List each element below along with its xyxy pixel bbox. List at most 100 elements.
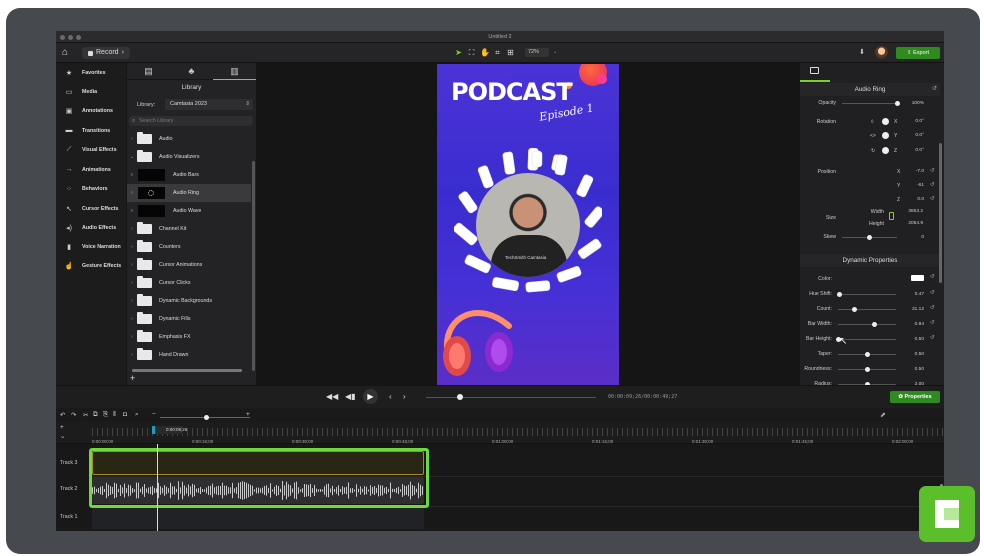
chevron-right-icon[interactable]: › xyxy=(127,334,137,340)
playback-scrubber[interactable] xyxy=(426,397,596,398)
pan-tool-icon[interactable]: ✋ xyxy=(480,48,490,57)
chevron-right-icon[interactable]: › xyxy=(127,262,137,268)
chevron-right-icon[interactable]: › xyxy=(127,352,137,358)
fit-canvas-icon[interactable]: ⊞ xyxy=(506,48,515,57)
add-track-icon[interactable]: + xyxy=(60,424,64,431)
reset-icon[interactable]: ↺ xyxy=(930,182,935,188)
library-asset-audio-bars[interactable]: ≡ Audio Bars xyxy=(127,166,251,184)
track-1-label[interactable]: Track 1 xyxy=(60,514,77,520)
opacity-slider[interactable] xyxy=(842,103,897,104)
collapse-tracks-icon[interactable]: ⌄ xyxy=(60,432,65,440)
rotate-y-icon[interactable]: <> xyxy=(870,133,876,139)
track-3-label[interactable]: Track 3 xyxy=(60,460,77,466)
count-value[interactable]: 31.12 xyxy=(902,307,924,312)
sidebar-item-media[interactable]: ▭ Media xyxy=(56,82,126,101)
count-slider-knob[interactable] xyxy=(851,306,857,312)
opacity-slider-knob[interactable] xyxy=(894,100,900,106)
track-1-clip[interactable] xyxy=(92,508,424,529)
position-z-value[interactable]: 0.0 xyxy=(902,197,924,202)
hue-shift-value[interactable]: 0.47 xyxy=(902,292,924,297)
tab-effects[interactable]: ♣ xyxy=(170,66,213,76)
visual-properties-tab-icon[interactable] xyxy=(810,67,819,74)
zoom-select[interactable]: 72% xyxy=(525,48,549,57)
library-folder-channel-kit[interactable]: › Channel Kit xyxy=(127,220,251,238)
split-icon[interactable]: ⫴ xyxy=(113,411,116,419)
rotation-y-dial[interactable] xyxy=(882,132,889,139)
library-folder-audio-visualizers[interactable]: ⌄ Audio Visualizers xyxy=(127,148,251,166)
search-input[interactable]: ⌕ Search Library xyxy=(129,116,253,126)
next-marker-icon[interactable]: › xyxy=(403,392,406,401)
reset-icon[interactable]: ↺ xyxy=(930,305,935,311)
chevron-right-icon[interactable]: › xyxy=(127,226,137,232)
color-swatch[interactable] xyxy=(911,275,924,281)
rotation-x-value[interactable]: 0.0° xyxy=(902,119,924,124)
rotate-z-icon[interactable]: ↻ xyxy=(871,148,875,154)
properties-button[interactable]: ✿ Properties xyxy=(890,391,940,403)
chevron-right-icon[interactable]: › xyxy=(127,316,137,322)
properties-scrollbar[interactable] xyxy=(939,143,942,283)
hue-shift-slider[interactable] xyxy=(838,294,896,295)
sidebar-item-animations[interactable]: → Animations xyxy=(56,160,126,179)
cut-icon[interactable]: ✂ xyxy=(83,411,88,419)
reset-icon[interactable]: ↺ xyxy=(930,290,935,296)
library-select[interactable]: Camtasia 2023 ⇕ xyxy=(165,99,253,110)
roundness-slider-knob[interactable] xyxy=(864,366,870,372)
sidebar-item-gesture-effects[interactable]: ☝ Gesture Effects xyxy=(56,256,126,275)
library-folder-dynamic-backgrounds[interactable]: › Dynamic Backgrounds xyxy=(127,292,251,310)
zoom-out-icon[interactable]: − xyxy=(152,411,156,418)
rotation-z-value[interactable]: 0.0° xyxy=(902,148,924,153)
taper-slider-knob[interactable] xyxy=(864,351,870,357)
zoom-in-icon[interactable]: + xyxy=(246,411,250,418)
library-folder-hand-drawn[interactable]: › Hand Drawn xyxy=(127,346,251,364)
sidebar-item-behaviors[interactable]: ⁘ Behaviors xyxy=(56,179,126,198)
redo-icon[interactable]: ↷ xyxy=(71,411,76,419)
playhead-line[interactable] xyxy=(157,444,158,531)
library-horizontal-scrollbar[interactable] xyxy=(132,369,242,372)
skew-value[interactable]: 0 xyxy=(902,235,924,240)
copy-icon[interactable]: ⧉ xyxy=(93,411,98,419)
chevron-right-icon[interactable]: › xyxy=(127,136,137,142)
reset-icon[interactable]: ↺ xyxy=(930,320,935,326)
hue-shift-slider-knob[interactable] xyxy=(837,291,843,297)
drag-handle-icon[interactable]: ≡ xyxy=(127,208,137,214)
sidebar-item-visual-effects[interactable]: ⟋ Visual Effects xyxy=(56,140,126,159)
chevron-down-icon[interactable]: ⌄ xyxy=(553,48,561,57)
timeline-zoom-knob[interactable] xyxy=(204,415,209,420)
frame-back-icon[interactable]: ◀▮ xyxy=(345,392,356,401)
library-folder-cursor-clicks[interactable]: › Cursor Clicks xyxy=(127,274,251,292)
rotation-x-dial[interactable] xyxy=(882,118,889,125)
export-button[interactable]: ⇪ Export xyxy=(896,47,940,59)
bar-width-slider-knob[interactable] xyxy=(872,321,878,327)
add-icon[interactable]: + xyxy=(130,373,135,383)
avatar[interactable] xyxy=(875,46,888,59)
chevron-right-icon[interactable]: › xyxy=(127,298,137,304)
library-folder-counters[interactable]: › Counters xyxy=(127,238,251,256)
position-x-value[interactable]: -7.0 xyxy=(902,169,924,174)
library-folder-cursor-animations[interactable]: › Cursor Animations xyxy=(127,256,251,274)
chevron-right-icon[interactable]: › xyxy=(127,244,137,250)
sidebar-item-favorites[interactable]: ★ Favorites xyxy=(56,63,126,82)
library-folder-audio[interactable]: › Audio xyxy=(127,130,251,148)
detach-icon[interactable]: ⬈ xyxy=(880,411,886,419)
opacity-value[interactable]: 100% xyxy=(902,101,924,106)
library-asset-audio-ring[interactable]: ≡ Audio Ring xyxy=(127,184,251,202)
reset-icon[interactable]: ↺ xyxy=(930,168,935,174)
sidebar-item-annotations[interactable]: ▣ Annotations xyxy=(56,101,126,120)
undo-icon[interactable]: ↶ xyxy=(60,411,65,419)
rotation-y-value[interactable]: 0.0° xyxy=(902,133,924,138)
chevron-down-icon[interactable]: ⌄ xyxy=(127,154,137,160)
reset-icon[interactable]: ↺ xyxy=(930,274,935,280)
library-folder-dynamic-fills[interactable]: › Dynamic Fills xyxy=(127,310,251,328)
sidebar-item-audio-effects[interactable]: ◂) Audio Effects xyxy=(56,218,126,237)
step-back-icon[interactable]: ◀◀ xyxy=(326,392,338,401)
record-button[interactable]: Record › xyxy=(82,47,130,59)
width-value[interactable]: 3653.2 xyxy=(901,209,923,214)
lock-aspect-icon[interactable] xyxy=(889,212,894,220)
arrow-tool-icon[interactable]: ➤ xyxy=(454,48,463,57)
sidebar-item-voice-narration[interactable]: ▮ Voice Narration xyxy=(56,237,126,256)
home-icon[interactable]: ⌂ xyxy=(62,47,74,59)
playback-scrubber-knob[interactable] xyxy=(457,394,463,400)
reset-icon[interactable]: ↺ xyxy=(932,83,937,96)
previous-marker-icon[interactable]: ‹ xyxy=(389,392,392,401)
zoom-icon[interactable]: ⌕ xyxy=(135,411,139,419)
